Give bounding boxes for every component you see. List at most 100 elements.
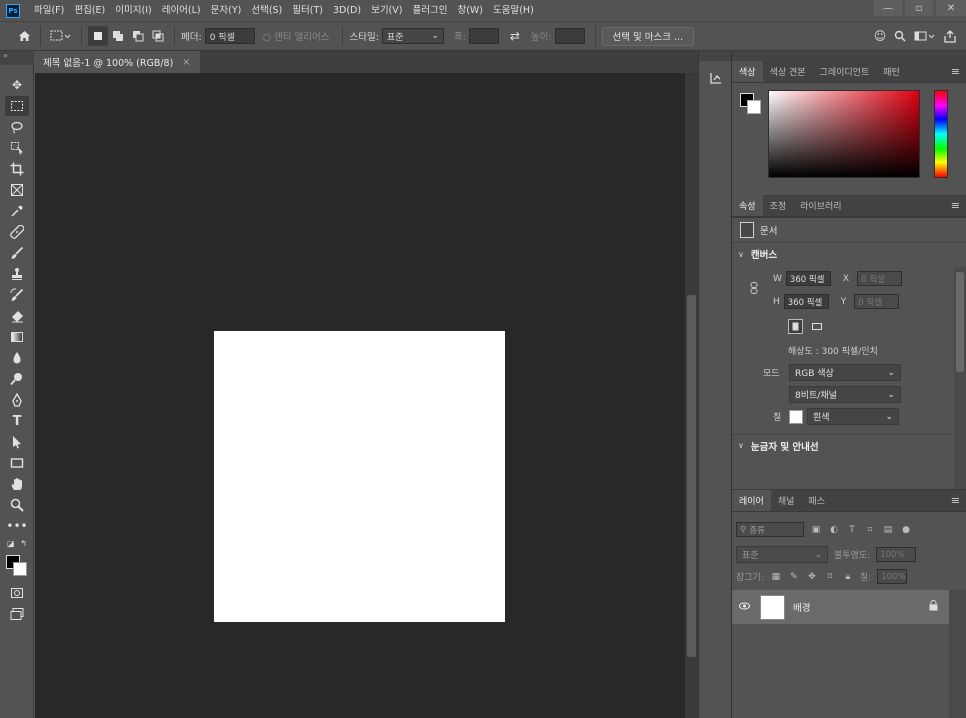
link-dimensions-icon[interactable]	[750, 282, 758, 294]
select-and-mask-button[interactable]: 선택 및 마스크 ...	[601, 26, 695, 46]
panel-menu-icon[interactable]: ≡	[951, 66, 960, 77]
tab-paths[interactable]: 패스	[801, 490, 832, 511]
blur-tool-icon[interactable]	[5, 348, 29, 368]
pen-tool-icon[interactable]	[5, 390, 29, 410]
menu-select[interactable]: 선택(S)	[246, 0, 287, 21]
intersect-selection-icon[interactable]	[148, 26, 168, 46]
shape-layer-filter-icon[interactable]: ⌗	[864, 524, 876, 536]
color-swap-controls[interactable]: ◪ ↰	[5, 537, 29, 549]
tab-swatches[interactable]: 색상 견본	[763, 61, 813, 82]
tab-libraries[interactable]: 라이브러리	[793, 195, 848, 216]
lock-icon[interactable]	[929, 600, 939, 612]
menu-edit[interactable]: 편집(E)	[69, 0, 110, 21]
rectangle-tool-icon[interactable]	[5, 453, 29, 473]
menu-help[interactable]: 도움말(H)	[488, 0, 539, 21]
feather-input[interactable]: 0 픽셀	[204, 28, 255, 44]
bit-depth-select[interactable]: 8비트/채널 ⌄	[789, 386, 901, 403]
fill-color-swatch[interactable]	[789, 409, 803, 424]
new-selection-icon[interactable]	[88, 26, 108, 46]
menu-layer[interactable]: 레이어(L)	[157, 0, 206, 21]
color-saturation-field[interactable]	[768, 90, 920, 178]
canvas-width-input[interactable]: 360 픽셀	[785, 271, 831, 286]
antialias-checkbox[interactable]: ○ 앤티 앨리어스	[263, 29, 330, 43]
scrollbar-thumb[interactable]	[687, 295, 696, 657]
history-panel-icon[interactable]	[707, 69, 725, 87]
tab-adjustments[interactable]: 조정	[763, 195, 794, 216]
swap-icon[interactable]: ⇄	[505, 26, 525, 46]
close-button[interactable]: ✕	[936, 0, 966, 16]
crop-tool-icon[interactable]	[5, 159, 29, 179]
blend-mode-select[interactable]: 표준 ⌄	[736, 546, 828, 563]
layer-kind-filter[interactable]: ⚲ 종류	[736, 522, 804, 537]
scrollbar-thumb[interactable]	[956, 272, 964, 372]
dock-gripper[interactable]	[699, 51, 731, 61]
hue-slider[interactable]	[934, 90, 948, 178]
lock-image-pixels-icon[interactable]: ✎	[788, 571, 800, 583]
close-tab-icon[interactable]: ×	[182, 57, 190, 68]
canvas-y-input[interactable]: 0 픽셀	[854, 294, 900, 309]
document-tab[interactable]: 제목 없음-1 @ 100% (RGB/8) ×	[35, 51, 201, 73]
landscape-orientation-icon[interactable]	[809, 319, 824, 334]
background-color-swatch[interactable]	[13, 562, 27, 576]
rulers-section-header[interactable]: ∨ 눈금자 및 안내선	[732, 434, 952, 456]
style-select[interactable]: 표준 ⌄	[381, 28, 444, 44]
export-icon[interactable]	[940, 26, 960, 46]
tab-patterns[interactable]: 패턴	[876, 61, 907, 82]
document-canvas[interactable]	[214, 331, 505, 622]
color-mode-select[interactable]: RGB 색상 ⌄	[789, 364, 901, 381]
eye-icon[interactable]	[732, 602, 756, 613]
menu-type[interactable]: 문자(Y)	[206, 0, 247, 21]
eyedropper-tool-icon[interactable]	[5, 201, 29, 221]
search-icon[interactable]	[890, 26, 910, 46]
path-selection-tool-icon[interactable]	[5, 432, 29, 452]
height-input[interactable]	[554, 28, 585, 44]
menu-plugins[interactable]: 플러그인	[407, 0, 452, 21]
subtract-selection-icon[interactable]	[128, 26, 148, 46]
menu-3d[interactable]: 3D(D)	[328, 0, 366, 21]
brush-tool-icon[interactable]	[5, 243, 29, 263]
lock-position-icon[interactable]: ✥	[806, 571, 818, 583]
layer-item[interactable]: 배경	[732, 590, 949, 624]
menu-filter[interactable]: 필터(T)	[287, 0, 328, 21]
dodge-tool-icon[interactable]	[5, 369, 29, 389]
marquee-preset-icon[interactable]	[47, 26, 75, 46]
quick-mask-icon[interactable]	[5, 583, 29, 603]
tab-layers[interactable]: 레이어	[732, 490, 771, 511]
prevent-autonest-icon[interactable]: ⌑	[824, 571, 836, 583]
menu-window[interactable]: 창(W)	[452, 0, 488, 21]
zoom-tool-icon[interactable]	[5, 495, 29, 515]
color-panel-background-swatch[interactable]	[747, 100, 761, 114]
canvas-vertical-scrollbar[interactable]	[685, 73, 698, 718]
smart-object-filter-icon[interactable]: ▤	[882, 524, 894, 536]
workspace-icon[interactable]	[910, 26, 940, 46]
clone-stamp-tool-icon[interactable]	[5, 264, 29, 284]
home-icon[interactable]	[14, 26, 34, 46]
tab-properties[interactable]: 속성	[732, 195, 763, 216]
width-input[interactable]	[468, 28, 499, 44]
minimize-button[interactable]: —	[874, 0, 902, 16]
type-layer-filter-icon[interactable]: T	[846, 524, 858, 536]
canvas-height-input[interactable]: 360 픽셀	[783, 294, 829, 309]
opacity-input[interactable]: 100%	[876, 547, 917, 562]
hand-tool-icon[interactable]	[5, 474, 29, 494]
type-tool-icon[interactable]: T	[5, 411, 29, 431]
rectangular-marquee-tool-icon[interactable]	[5, 96, 29, 116]
layer-name[interactable]: 배경	[793, 600, 810, 614]
object-selection-tool-icon[interactable]	[5, 138, 29, 158]
pixel-layer-filter-icon[interactable]: ▣	[810, 524, 822, 536]
menu-file[interactable]: 파일(F)	[29, 0, 69, 21]
lasso-tool-icon[interactable]	[5, 117, 29, 137]
tab-gradients[interactable]: 그레이디언트	[813, 61, 877, 82]
restore-button[interactable]: ▫	[905, 0, 933, 16]
adjustment-layer-filter-icon[interactable]: ◐	[828, 524, 840, 536]
more-tools-icon[interactable]: •••	[5, 516, 29, 536]
tab-color[interactable]: 색상	[732, 61, 763, 82]
filter-toggle-icon[interactable]: ●	[900, 524, 912, 536]
panel-menu-icon[interactable]: ≡	[951, 495, 960, 506]
canvas-workspace[interactable]	[35, 73, 685, 718]
swap-colors-icon[interactable]: ↰	[20, 539, 27, 548]
history-brush-tool-icon[interactable]	[5, 285, 29, 305]
canvas-x-input[interactable]: 0 픽셀	[857, 271, 903, 286]
eraser-tool-icon[interactable]	[5, 306, 29, 326]
fill-input[interactable]: 100%	[877, 569, 908, 584]
